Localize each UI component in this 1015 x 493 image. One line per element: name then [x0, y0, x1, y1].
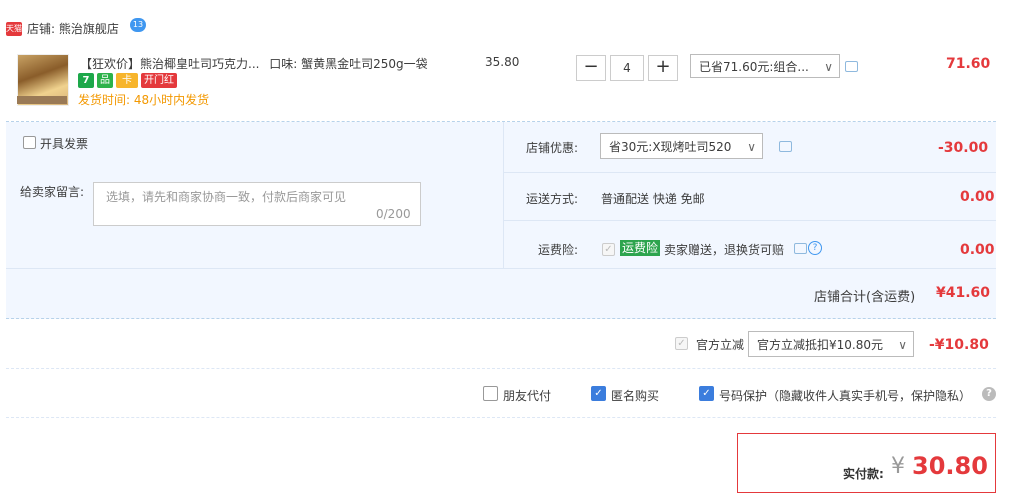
panel-divider — [503, 122, 504, 268]
chevron-down-icon: ∨ — [898, 338, 907, 352]
payment-label: 实付款: — [843, 467, 884, 481]
seller-message-count: 0/200 — [376, 207, 411, 221]
section-divider — [6, 368, 996, 369]
message-icon[interactable] — [779, 141, 792, 152]
product-thumbnail-strip — [17, 96, 67, 104]
official-discount-label: 官方立减 — [696, 338, 745, 352]
card-badge-icon: 卡 — [116, 73, 138, 88]
seller-message-placeholder: 选填，请先和商家协商一致，付款后商家可见 — [106, 190, 347, 204]
item-subtotal: 71.60 — [946, 56, 991, 72]
invoice-checkbox[interactable] — [23, 136, 36, 149]
official-discount-select-value: 官方立减抵扣¥10.80元 — [757, 338, 883, 352]
invoice-label[interactable]: 开具发票 — [40, 135, 88, 152]
quality-badge-icon: 品 — [97, 73, 113, 88]
item-promo-select[interactable]: 已省71.60元:组合... ∨ — [690, 54, 840, 78]
anonymous-checkbox[interactable]: ✓ — [591, 386, 606, 401]
insurance-value: 0.00 — [960, 242, 995, 258]
panel-row-divider — [504, 220, 996, 221]
friend-pay-checkbox[interactable] — [483, 386, 498, 401]
quantity-plus-button[interactable]: + — [648, 55, 678, 81]
friend-pay-label[interactable]: 朋友代付 — [503, 387, 551, 404]
payment-currency: ¥ — [891, 454, 905, 479]
kaimenhong-badge: 开门红 — [141, 73, 177, 88]
tmall-logo-icon: 天猫 — [6, 22, 22, 36]
help-icon[interactable]: ? — [808, 241, 822, 255]
quantity-minus-button[interactable]: − — [576, 55, 606, 81]
payment-amount: 30.80 — [912, 452, 988, 480]
chevron-down-icon: ∨ — [824, 60, 833, 74]
seven-day-return-badge-icon: 7 — [78, 73, 94, 88]
chevron-down-icon: ∨ — [747, 140, 756, 154]
quantity-stepper: − 4 + — [576, 55, 678, 81]
shipping-label: 运送方式: — [526, 192, 579, 206]
shop-discount-value: -30.00 — [938, 140, 989, 156]
unit-price: 35.80 — [485, 55, 520, 69]
help-icon[interactable]: ? — [982, 387, 996, 401]
shop-discount-label: 店铺优惠: — [526, 141, 579, 155]
message-label: 给卖家留言: — [20, 185, 85, 199]
official-discount-select[interactable]: 官方立减抵扣¥10.80元 ∨ — [748, 331, 914, 357]
product-badges: 7 品 卡 开门红 — [78, 73, 177, 89]
message-icon[interactable] — [794, 243, 807, 254]
chat-icon[interactable]: 13 — [130, 18, 146, 32]
official-discount-checkbox: ✓ — [675, 337, 688, 350]
insurance-checkbox: ✓ — [602, 243, 615, 256]
product-flavor: 口味: 蟹黄黑金吐司250g一袋 — [269, 57, 428, 71]
insurance-label: 运费险: — [538, 243, 579, 257]
panel-row-divider — [6, 268, 996, 269]
shop-total-value: ¥41.60 — [936, 285, 991, 301]
number-protect-checkbox[interactable]: ✓ — [699, 386, 714, 401]
panel-row-divider — [504, 172, 996, 173]
shop-discount-select-value: 省30元:X现烤吐司520 — [609, 140, 732, 154]
official-discount-value: -¥10.80 — [929, 337, 989, 353]
message-icon[interactable] — [845, 61, 858, 72]
ship-time: 发货时间: 48小时内发货 — [78, 93, 210, 107]
anonymous-label[interactable]: 匿名购买 — [611, 387, 659, 404]
insurance-text: 卖家赠送，退换货可赔 — [664, 243, 785, 257]
product-title[interactable]: 【狂欢价】熊治椰皇吐司巧克力... 口味: 蟹黄黑金吐司250g一袋 — [80, 55, 428, 72]
shop-name[interactable]: 店铺: 熊治旗舰店 — [27, 20, 119, 37]
shipping-value: 0.00 — [960, 189, 995, 205]
shop-discount-select[interactable]: 省30元:X现烤吐司520 ∨ — [600, 133, 763, 159]
shipping-method: 普通配送 快递 免邮 — [601, 192, 705, 206]
shop-total-label: 店铺合计(含运费) — [814, 290, 916, 305]
insurance-tag: 运费险 — [620, 240, 661, 256]
number-protect-label[interactable]: 号码保护（隐藏收件人真实手机号，保护隐私） — [719, 387, 971, 404]
section-divider — [6, 417, 996, 418]
quantity-input[interactable]: 4 — [610, 55, 644, 81]
product-title-text[interactable]: 【狂欢价】熊治椰皇吐司巧克力... — [80, 57, 259, 71]
item-promo-select-value: 已省71.60元:组合... — [699, 60, 809, 74]
